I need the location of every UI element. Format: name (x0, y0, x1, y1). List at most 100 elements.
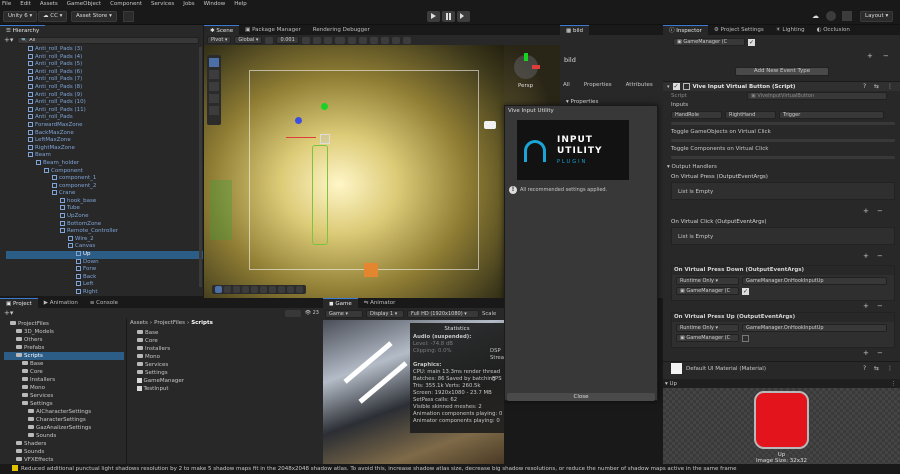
scale-icon[interactable] (242, 286, 249, 293)
foldout-icon[interactable]: ▾ (667, 84, 670, 90)
hierarchy-item[interactable]: Back (6, 273, 203, 282)
press-down-add-icon[interactable]: + (863, 302, 869, 310)
on-click-remove-icon[interactable]: − (877, 252, 883, 260)
custom-tool-icon[interactable] (269, 286, 276, 293)
component-enabled-checkbox[interactable]: ✓ (672, 83, 680, 90)
hierarchy-item[interactable]: RightMaxZone (6, 144, 203, 153)
hierarchy-item[interactable]: Anti_roll_Pads (5) (6, 61, 203, 69)
hierarchy-item[interactable]: Anti_roll_Pads (9) (6, 91, 203, 100)
bild-tab-all[interactable]: All (563, 82, 570, 88)
grid-icon[interactable] (265, 36, 274, 44)
project-tree-item[interactable]: Sounds (4, 448, 124, 456)
global-dropdown[interactable]: Global ▾ (234, 36, 263, 44)
hierarchy-item[interactable]: hook_base (6, 197, 203, 206)
hierarchy-item[interactable]: Crane (6, 190, 203, 198)
tab-bild[interactable]: ▦ bild (560, 25, 589, 35)
menu-window[interactable]: Window (204, 0, 226, 8)
hierarchy-item[interactable]: BottomZone (6, 220, 203, 229)
component-header[interactable]: ▾ ✓ Vive Input Virtual Button (Script) ?… (663, 81, 900, 91)
tab-lighting[interactable]: ☀ Lighting (770, 25, 811, 35)
menu-edit[interactable]: Edit (20, 0, 31, 8)
hierarchy-item[interactable]: Canvas (6, 243, 203, 251)
hierarchy-search-input[interactable]: 🔍 All (17, 36, 199, 44)
hierarchy-item[interactable]: Tube (6, 205, 203, 213)
hierarchy-item[interactable]: Component (6, 167, 203, 176)
breadcrumb-projectfiles[interactable]: ProjectFiles (154, 320, 185, 326)
project-search-input[interactable] (284, 309, 301, 317)
preview-menu-icon[interactable]: ⋮ (891, 381, 897, 387)
history-icon[interactable] (826, 11, 836, 21)
menu-jobs[interactable]: Jobs (183, 0, 194, 8)
account-button[interactable]: Unity 6 ▾ (3, 11, 38, 22)
pivot-dropdown[interactable]: Pivot ▾ (207, 36, 232, 44)
snap-icon[interactable] (278, 286, 285, 293)
press-up-function-dropdown[interactable]: GameManager.OnHookInputUp (742, 324, 887, 332)
hierarchy-item[interactable]: UpZone (6, 213, 203, 221)
project-tree-item[interactable]: Scripts (4, 352, 124, 360)
create-icon[interactable]: +▾ (4, 309, 13, 317)
hierarchy-item[interactable]: Anti_roll_Pads (4) (6, 53, 203, 62)
press-down-remove-icon[interactable]: − (877, 302, 883, 310)
add-event-plus-icon[interactable]: + (867, 52, 873, 60)
menu-component[interactable]: Component (110, 0, 142, 8)
project-tree-item[interactable]: ProjectFiles (4, 320, 124, 328)
grid-snap-icon[interactable] (287, 286, 294, 293)
hierarchy-item[interactable]: Left (6, 281, 203, 289)
press-up-mode-dropdown[interactable]: Runtime Only ▾ (676, 324, 739, 332)
hierarchy-item[interactable]: Up (6, 251, 203, 259)
move-icon[interactable] (224, 286, 231, 293)
hierarchy-item[interactable]: Wire_2 (6, 235, 203, 244)
hierarchy-item[interactable]: Anti_roll_Pads (11) (6, 106, 203, 115)
press-up-checkbox[interactable] (742, 334, 749, 342)
move-gizmo-center[interactable] (320, 134, 330, 144)
hidden-icon[interactable] (380, 36, 389, 44)
hierarchy-scrollbar[interactable] (199, 47, 202, 287)
increment-icon[interactable] (296, 286, 303, 293)
project-tree-item[interactable]: Base (4, 360, 124, 368)
tab-package-manager[interactable]: ▣ Package Manager (239, 25, 307, 35)
project-file-item[interactable]: TestInput (137, 385, 317, 393)
on-press-remove-icon[interactable]: − (877, 207, 883, 215)
hierarchy-item[interactable]: Anti_roll_Pads (6, 114, 203, 122)
hierarchy-item[interactable]: Anti_roll_Pads (3) (6, 46, 203, 54)
add-event-type-button[interactable]: Add New Event Type (735, 67, 829, 76)
gizmos-icon[interactable] (402, 36, 411, 44)
hierarchy-item[interactable]: ForwardMaxZone (6, 121, 203, 130)
scale-tool-icon[interactable] (209, 94, 219, 103)
press-down-mode-dropdown[interactable]: Runtime Only ▾ (676, 277, 739, 285)
play-button[interactable] (427, 11, 440, 22)
x-axis-handle[interactable] (286, 137, 316, 138)
tab-inspector[interactable]: ⓘ Inspector (663, 25, 708, 35)
project-tree-item[interactable]: GazAnalizerSettings (4, 424, 124, 432)
on-click-add-icon[interactable]: + (863, 252, 869, 260)
checkbox-checked[interactable]: ✓ (748, 38, 755, 46)
hierarchy-item[interactable]: Anti_roll_Pads (7) (6, 76, 203, 84)
hierarchy-item[interactable]: Forw (6, 266, 203, 274)
hierarchy-item[interactable]: component_2 (6, 182, 203, 191)
2d-toggle[interactable] (334, 36, 345, 44)
project-tree-item[interactable]: Core (4, 368, 124, 376)
view-tool-icon[interactable] (209, 58, 219, 67)
project-file-item[interactable]: Core (137, 337, 317, 345)
transform-icon[interactable] (260, 286, 267, 293)
sphere-icon[interactable] (301, 36, 310, 44)
project-tree-item[interactable]: Prefabs (4, 344, 124, 352)
persp-label[interactable]: Persp (518, 83, 533, 89)
hierarchy-item[interactable]: BackMaxZone (6, 129, 203, 138)
lighting-icon[interactable] (347, 36, 356, 44)
remove-event-minus-icon[interactable]: − (883, 52, 889, 60)
search-icon[interactable] (123, 11, 134, 22)
project-tree-item[interactable]: Others (4, 336, 124, 344)
press-up-remove-icon[interactable]: − (877, 349, 883, 357)
snap-field[interactable]: 0.001 (276, 36, 299, 44)
shading-mode-icon[interactable] (323, 36, 332, 44)
add-icon[interactable]: +▾ (4, 36, 13, 44)
orientation-gizmo[interactable] (514, 53, 540, 79)
project-file-item[interactable]: GameManager (137, 377, 317, 385)
project-tree-item[interactable]: Mono (4, 384, 124, 392)
menu-assets[interactable]: Assets (40, 0, 58, 8)
project-file-item[interactable]: Installers (137, 345, 317, 353)
breadcrumb-scripts[interactable]: Scripts (191, 320, 213, 326)
rotate-tool-icon[interactable] (209, 82, 219, 91)
game-mode-dropdown[interactable]: Game ▾ (325, 309, 363, 318)
